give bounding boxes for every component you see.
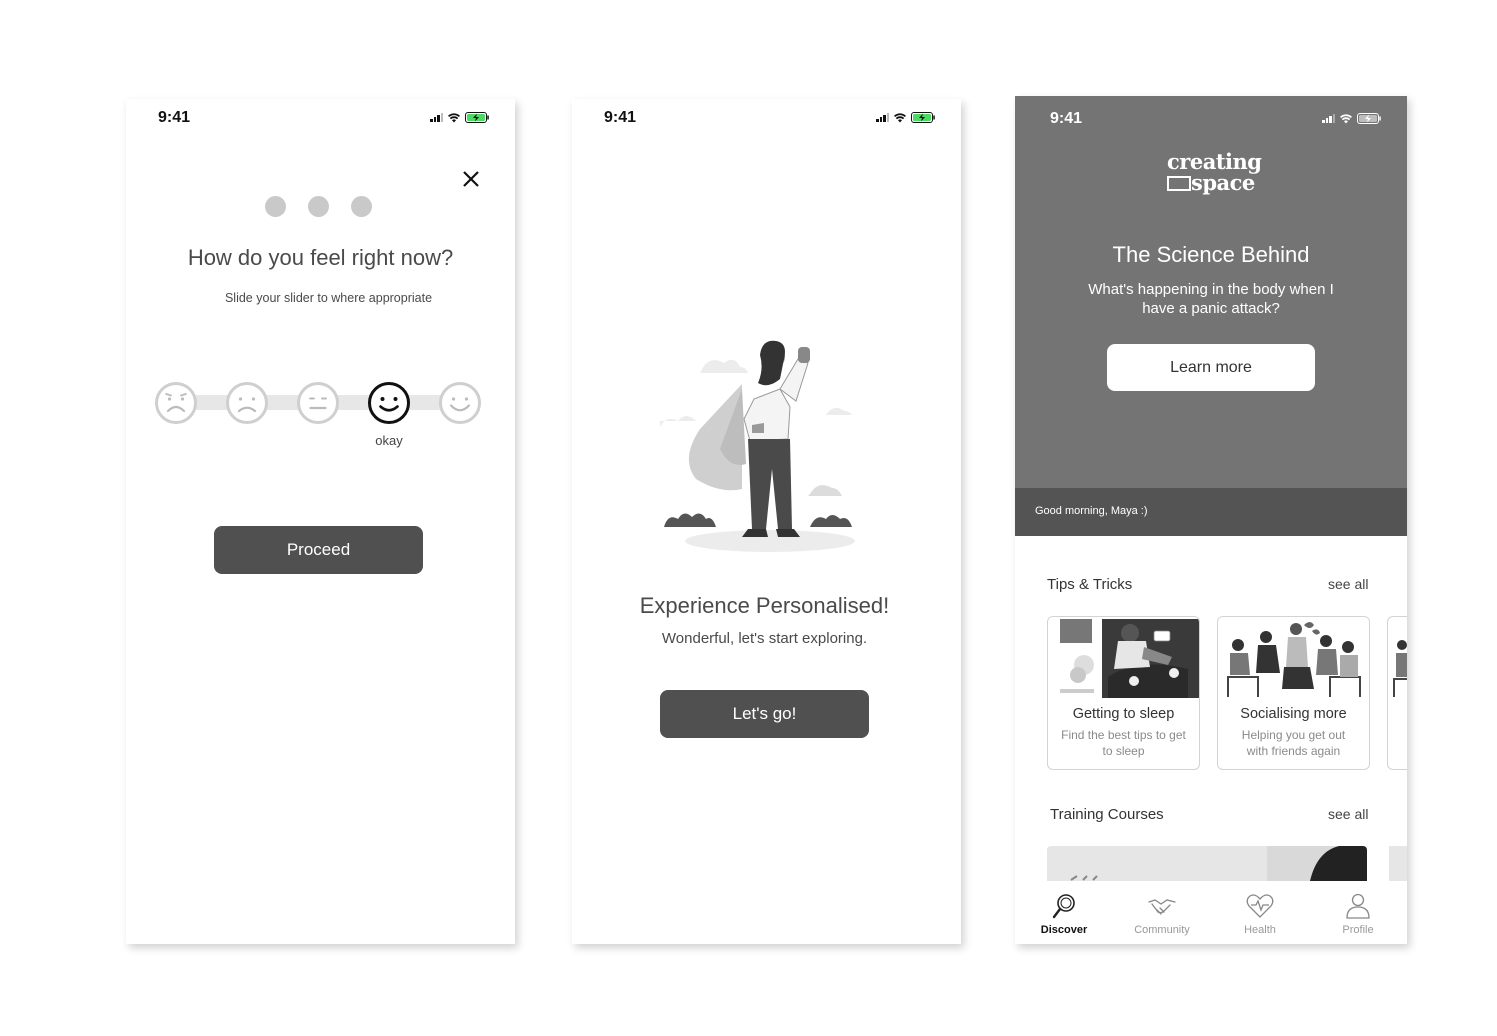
person-icon [1346, 893, 1370, 919]
card-description: Find the best tips to get to sleep [1061, 728, 1186, 758]
signal-icon [1322, 114, 1335, 123]
hero-banner: 9:41 creating space The Science Behind W… [1015, 96, 1407, 489]
course-thumbnail [1070, 846, 1367, 886]
course-card-partial[interactable] [1389, 846, 1407, 886]
tab-profile[interactable]: Profile [1309, 881, 1407, 944]
course-card[interactable] [1047, 846, 1367, 886]
battery-icon [1357, 113, 1381, 124]
wifi-icon [894, 112, 906, 122]
tips-see-all-link[interactable]: see all [1328, 576, 1368, 592]
learn-more-button[interactable]: Learn more [1107, 344, 1315, 391]
tab-label: Profile [1342, 924, 1374, 936]
battery-icon [911, 112, 935, 123]
wifi-icon [1340, 113, 1352, 123]
logo-box [1167, 176, 1191, 191]
heartbeat-icon [1246, 894, 1274, 918]
close-icon[interactable] [460, 168, 482, 190]
greeting-bar: Good morning, Maya :) [1015, 488, 1407, 536]
tip-card[interactable]: Getting to sleep Find the best tips to g… [1047, 616, 1200, 770]
superhero-woman-illustration [660, 340, 855, 552]
proceed-button[interactable]: Proceed [214, 526, 423, 574]
tab-health[interactable]: Health [1211, 881, 1309, 944]
tab-label: Discover [1040, 924, 1088, 936]
page-title: Experience Personalised! [639, 593, 890, 618]
signal-icon [430, 113, 443, 122]
courses-see-all-link[interactable]: see all [1328, 806, 1368, 822]
magnifier-icon [1052, 894, 1075, 919]
sleep-illustration [1048, 617, 1199, 700]
tab-discover[interactable]: Discover [1015, 881, 1113, 944]
card-title: Getting to sleep [1072, 706, 1175, 722]
progress-dot [308, 196, 329, 217]
discover-screen: 9:41 creating space The Science Behind W… [1015, 96, 1407, 944]
happy-face-icon[interactable] [438, 381, 482, 425]
tips-section-title: Tips & Tricks [1047, 576, 1133, 593]
progress-dots [265, 196, 372, 217]
tab-label: Community [1134, 924, 1190, 936]
status-time: 9:41 [158, 109, 191, 126]
courses-section-title: Training Courses [1050, 806, 1164, 823]
status-time: 9:41 [604, 109, 637, 126]
mood-check-screen: 9:41 How do you feel right now? Slide yo… [126, 99, 515, 944]
progress-dot [351, 196, 372, 217]
page-title: How do you feel right now? [187, 245, 454, 270]
handshake-icon [1148, 899, 1176, 915]
neutral-face-icon[interactable] [296, 381, 340, 425]
bottom-tab-bar: Discover Community Health Profile [1015, 881, 1407, 944]
card-description: Helping you get out with friends again [1241, 728, 1346, 758]
status-time: 9:41 [1050, 110, 1083, 127]
hero-subtitle: What's happening in the body when I have… [1088, 281, 1334, 317]
okay-face-icon[interactable] [367, 381, 411, 425]
logo-text-space: space [1191, 170, 1255, 195]
socialising-illustration [1218, 617, 1369, 700]
card-title: Socialising more [1240, 706, 1347, 722]
page-subtitle: Slide your slider to where appropriate [224, 291, 433, 305]
status-icons [430, 112, 489, 123]
status-icons [1322, 113, 1381, 124]
signal-icon [876, 113, 889, 122]
lets-go-button[interactable]: Let's go! [660, 690, 869, 738]
page-subtitle: Wonderful, let's start exploring. [661, 630, 868, 647]
sad-face-icon[interactable] [225, 381, 269, 425]
progress-dot [265, 196, 286, 217]
tip-card-partial[interactable] [1387, 616, 1407, 770]
personalised-screen: 9:41 Experience Personalised! Wonderful,… [572, 99, 961, 944]
tip-card[interactable]: Socialising more Helping you get out wit… [1217, 616, 1370, 770]
battery-icon [465, 112, 489, 123]
wifi-icon [448, 112, 460, 122]
selected-mood-label: okay [375, 433, 403, 448]
status-icons [876, 112, 935, 123]
tab-label: Health [1244, 924, 1276, 936]
very-sad-face-icon[interactable] [154, 381, 198, 425]
greeting-text: Good morning, Maya :) [1035, 505, 1148, 517]
tab-community[interactable]: Community [1113, 881, 1211, 944]
partial-card-illustration [1393, 640, 1407, 697]
hero-title: The Science Behind [1112, 242, 1310, 267]
creating-space-logo: creating space [1162, 149, 1262, 197]
